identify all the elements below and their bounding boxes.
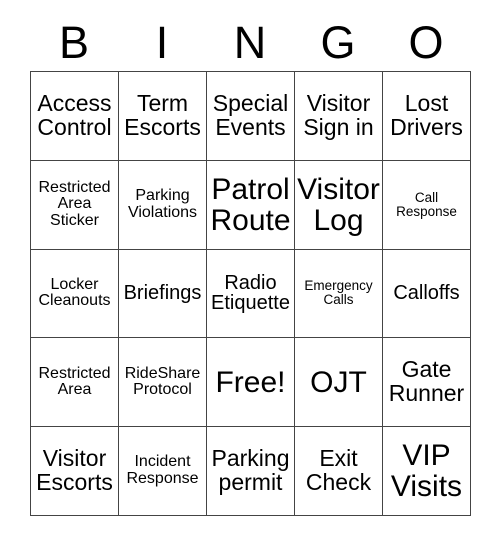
bingo-cell-label: Radio Etiquette — [211, 271, 290, 315]
bingo-cell[interactable]: Restricted Area Sticker — [31, 160, 119, 250]
bingo-cell[interactable]: Term Escorts — [119, 72, 207, 161]
bingo-cell-label: Access Control — [37, 89, 112, 140]
bingo-cell-label: Visitor Escorts — [36, 445, 113, 496]
bingo-cell-label: Locker Cleanouts — [38, 275, 111, 310]
bingo-cell-label: Lost Drivers — [390, 89, 463, 140]
bingo-cell[interactable]: Emergency Calls — [295, 249, 383, 339]
bingo-cell[interactable]: Lost Drivers — [383, 72, 471, 161]
bingo-cell[interactable]: Parking Violations — [119, 160, 207, 250]
bingo-cell-label: Parking permit — [211, 445, 290, 496]
bingo-grid: Access Control Term Escorts Special Events… — [30, 71, 471, 516]
bingo-header-letter-g: G — [320, 17, 356, 68]
bingo-cell-label: Emergency Calls — [304, 278, 373, 308]
bingo-cell[interactable]: Patrol Route — [207, 160, 295, 250]
bingo-cell-label: Exit Check — [305, 445, 372, 496]
bingo-cell[interactable]: Restricted Area — [31, 338, 119, 428]
bingo-cell[interactable]: Visitor Sign in — [295, 72, 383, 161]
bingo-cell[interactable]: OJT — [295, 338, 383, 428]
bingo-cell-label: Restricted Area Sticker — [38, 178, 111, 229]
bingo-cell-label: Restricted Area — [38, 364, 111, 399]
bingo-cell-label: Free! — [215, 365, 286, 399]
bingo-cell-label: Term Escorts — [124, 89, 201, 140]
bingo-cell-label: Gate Runner — [388, 356, 465, 407]
bingo-cell[interactable]: VIP Visits — [383, 427, 471, 516]
bingo-card: B I N G O Access Control Term Escorts Special … — [0, 0, 500, 544]
bingo-cell-label: RideShare Protocol — [124, 364, 201, 399]
bingo-cell-label: Calloffs — [393, 282, 460, 305]
bingo-cell-label: Briefings — [123, 282, 202, 305]
bingo-header-letter-i: I — [155, 17, 169, 68]
bingo-cell[interactable]: Parking permit — [207, 427, 295, 516]
bingo-cell[interactable]: Radio Etiquette — [207, 249, 295, 339]
bingo-cell-label: Parking Violations — [127, 187, 198, 221]
bingo-cell[interactable]: Calloffs — [383, 249, 471, 339]
bingo-cell-label: OJT — [310, 365, 367, 399]
bingo-cell[interactable]: Locker Cleanouts — [31, 249, 119, 339]
bingo-header-letter-o: O — [408, 17, 444, 68]
bingo-cell-label: Visitor Sign in — [303, 89, 374, 140]
bingo-cell-label: Call Response — [396, 189, 457, 219]
bingo-cell[interactable]: Access Control — [31, 72, 119, 161]
bingo-header-letter-b: B — [58, 17, 89, 68]
bingo-cell[interactable]: Free! — [207, 338, 295, 428]
bingo-cell[interactable]: Incident Response — [119, 427, 207, 516]
bingo-cell[interactable]: RideShare Protocol — [119, 338, 207, 428]
bingo-cell-label: Incident Response — [126, 453, 199, 488]
bingo-cell[interactable]: Special Events — [207, 72, 295, 161]
bingo-cell[interactable]: Gate Runner — [383, 338, 471, 428]
bingo-cell-label: Patrol Route — [210, 172, 291, 237]
bingo-cell-label: VIP Visits — [390, 438, 463, 504]
bingo-cell-label: Visitor Log — [297, 172, 380, 237]
bingo-cell[interactable]: Call Response — [383, 160, 471, 250]
bingo-cell[interactable]: Visitor Log — [295, 160, 383, 250]
bingo-header: BINGO — [30, 14, 470, 71]
bingo-cell[interactable]: Visitor Escorts — [31, 427, 119, 516]
bingo-cell-label: Special Events — [212, 89, 289, 140]
bingo-cell[interactable]: Exit Check — [295, 427, 383, 516]
bingo-cell[interactable]: Briefings — [119, 249, 207, 339]
bingo-header-letter-n: N — [233, 17, 267, 68]
